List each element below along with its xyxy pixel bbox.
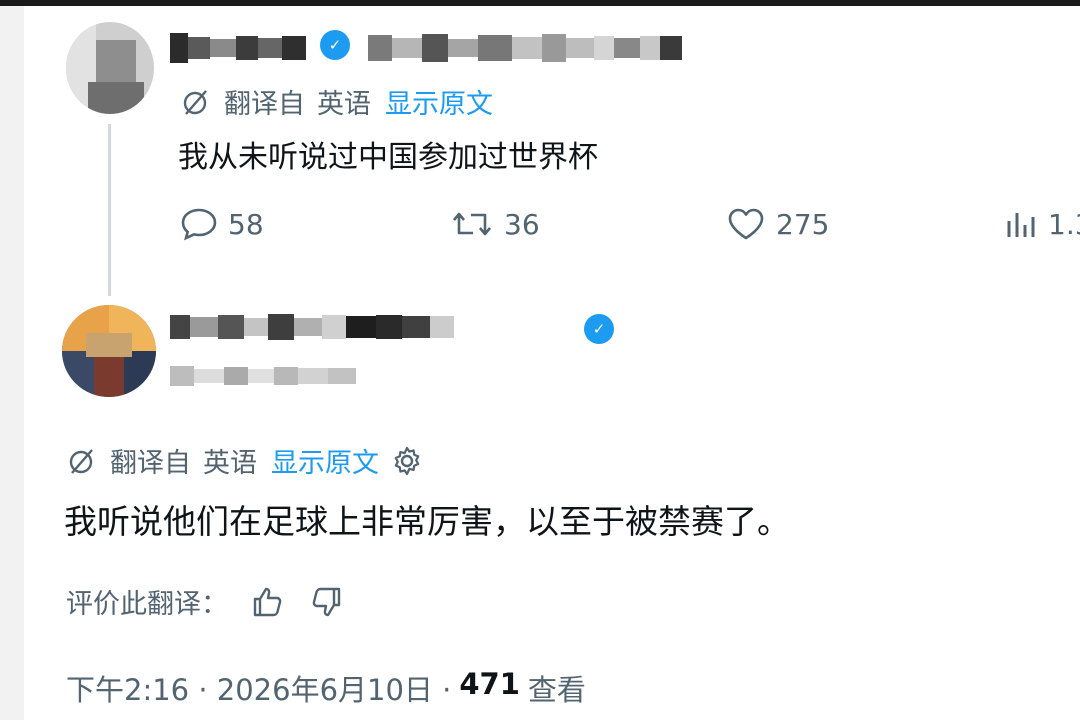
- views-icon: [1004, 207, 1048, 241]
- repost-button[interactable]: 36: [450, 207, 540, 241]
- repost-icon: [450, 207, 504, 241]
- timestamp[interactable]: 下午2:16 · 2026年6月10日 ·: [66, 667, 451, 709]
- gear-icon[interactable]: [391, 445, 423, 477]
- view-count-label: 查看: [527, 673, 586, 707]
- repost-count: 36: [504, 207, 540, 241]
- translated-from-label: 翻译自: [110, 448, 191, 479]
- rate-translation-label: 评价此翻译：: [66, 589, 228, 620]
- avatar[interactable]: [66, 22, 154, 114]
- views-button[interactable]: 1.3: [1004, 207, 1080, 241]
- like-count: 275: [776, 207, 830, 241]
- source-language: 英语: [203, 448, 257, 479]
- username-blurred[interactable]: [368, 30, 682, 66]
- translation-bar: 翻译自 英语 显示原文: [66, 441, 423, 480]
- tweet-text: 我从未听说过中国参加过世界杯: [178, 140, 598, 175]
- like-icon: [726, 207, 776, 241]
- verified-badge-icon: ✓: [584, 314, 614, 344]
- translation-bar: 翻译自 英语 显示原文: [180, 82, 493, 121]
- verified-badge-icon: ✓: [320, 30, 350, 60]
- views-count: 1.3: [1048, 207, 1080, 241]
- show-original-link[interactable]: 显示原文: [271, 441, 379, 480]
- reply-button[interactable]: 58: [180, 207, 264, 241]
- rate-translation-row: 评价此翻译：: [66, 582, 344, 621]
- translated-from-label: 翻译自: [224, 89, 305, 120]
- display-name-blurred[interactable]: [170, 30, 306, 66]
- tweet-text: 我听说他们在足球上非常厉害，以至于被禁赛了。: [64, 502, 790, 541]
- username-blurred[interactable]: [170, 362, 356, 390]
- timestamp-row: 下午2:16 · 2026年6月10日 · 471 查看: [66, 667, 586, 709]
- like-button[interactable]: 275: [726, 207, 829, 241]
- display-name-blurred[interactable]: [170, 310, 454, 344]
- top-edge: [0, 0, 1080, 6]
- view-count: 471: [459, 667, 520, 701]
- show-original-link[interactable]: 显示原文: [385, 82, 493, 121]
- thumbs-down-icon[interactable]: [308, 584, 344, 620]
- avatar[interactable]: [62, 305, 156, 397]
- thumbs-up-icon[interactable]: [250, 584, 286, 620]
- translate-icon: [180, 86, 212, 118]
- reply-count: 58: [228, 207, 264, 241]
- reply-icon: [180, 207, 228, 241]
- left-edge: [0, 6, 24, 720]
- translate-icon: [66, 445, 98, 477]
- source-language: 英语: [317, 89, 371, 120]
- action-bar: 58 36 275 1.3: [0, 207, 1080, 251]
